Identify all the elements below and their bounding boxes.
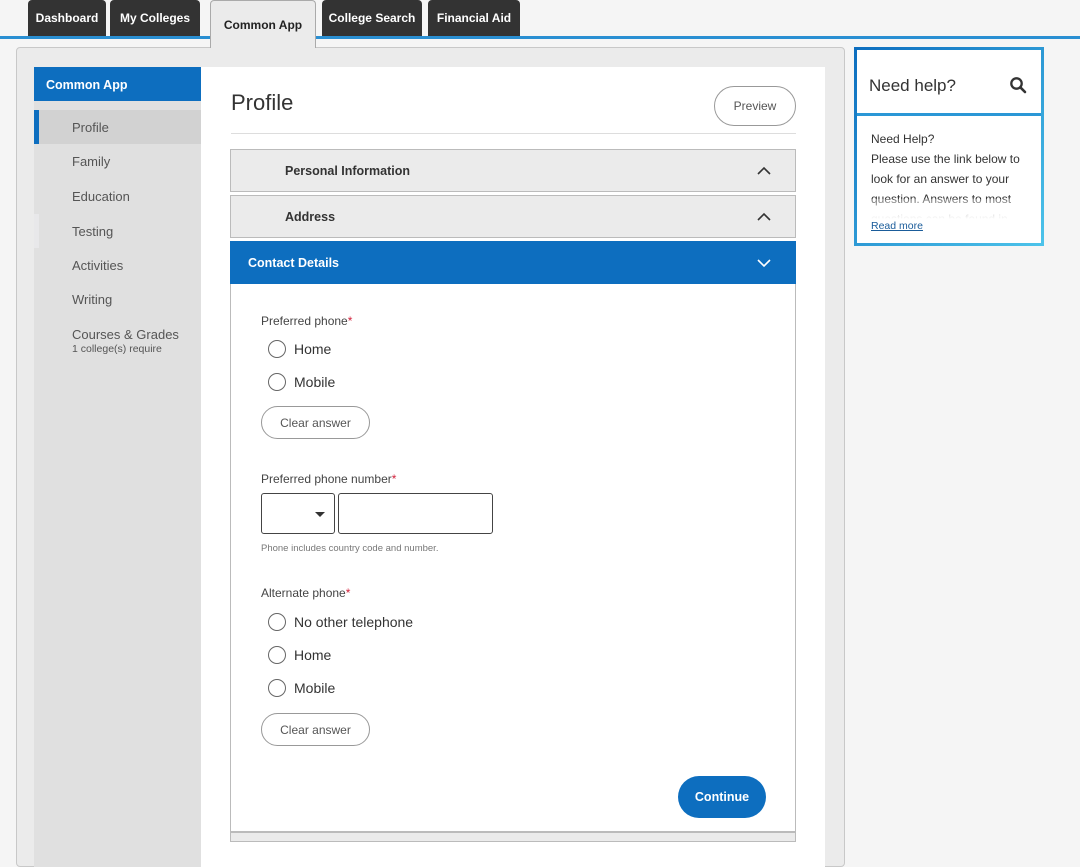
- section-label: Address: [285, 209, 336, 224]
- sidebar-item-label: Testing: [72, 223, 114, 239]
- required-mark: *: [391, 472, 397, 486]
- sidebar-item-label: Education: [72, 188, 130, 204]
- title-divider: [231, 133, 796, 134]
- sidebar-item-sublabel: 1 college(s) require: [72, 343, 162, 355]
- sidebar-item-label: Family: [72, 153, 111, 169]
- section-personal-information[interactable]: Personal Information: [230, 149, 796, 192]
- section-contact-details[interactable]: Contact Details: [230, 241, 796, 284]
- next-section: [230, 832, 796, 842]
- help-title: Need help?: [869, 76, 956, 95]
- page-title: Profile: [231, 90, 294, 115]
- sidebar-item-testing[interactable]: Testing: [34, 214, 201, 248]
- sidebar-item-family[interactable]: Family: [34, 144, 201, 178]
- radio-circle[interactable]: [268, 679, 286, 697]
- radio-circle[interactable]: [268, 646, 286, 664]
- read-more-link[interactable]: Read more: [871, 220, 923, 232]
- section-label: Contact Details: [248, 255, 339, 270]
- help-panel: Need help? Need Help? Please use the lin…: [854, 47, 1044, 246]
- radio-circle[interactable]: [268, 373, 286, 391]
- tab-common-app[interactable]: Common App: [210, 0, 316, 48]
- tab-underline: [0, 36, 1080, 39]
- required-mark: *: [345, 586, 351, 600]
- sidebar-item-label: Activities: [72, 257, 124, 273]
- radio-label: No other telephone: [294, 614, 414, 630]
- country-code-select[interactable]: [261, 493, 335, 534]
- preferred-phone-home-radio[interactable]: Home: [268, 340, 331, 358]
- sidebar-item-writing[interactable]: Writing: [34, 282, 201, 316]
- radio-label: Home: [294, 341, 332, 357]
- preferred-phone-label: Preferred phone*: [261, 314, 353, 328]
- help-body-title: Need Help?: [871, 132, 935, 146]
- radio-label: Home: [294, 647, 332, 663]
- tab-my-colleges[interactable]: My Colleges: [110, 0, 200, 36]
- help-body: Need Help? Please use the link below to …: [871, 129, 1037, 219]
- preferred-phone-clear-button[interactable]: Clear answer: [261, 406, 370, 439]
- alternate-phone-label: Alternate phone*: [261, 586, 351, 600]
- chevron-up-icon: [757, 166, 771, 175]
- sidebar-item-label: Writing: [72, 291, 113, 307]
- section-label: Personal Information: [285, 163, 411, 178]
- alternate-phone-clear-button[interactable]: Clear answer: [261, 713, 370, 746]
- radio-label: Mobile: [294, 680, 336, 696]
- tab-dashboard[interactable]: Dashboard: [28, 0, 106, 36]
- required-mark: *: [347, 314, 353, 328]
- contact-details-panel: [230, 284, 796, 832]
- sidebar-item-education[interactable]: Education: [34, 179, 201, 213]
- sidebar-item-label: Courses & Grades: [72, 327, 179, 342]
- sidebar-item-courses-grades[interactable]: Courses & Grades 1 college(s) require: [34, 322, 201, 360]
- search-icon[interactable]: [1009, 76, 1027, 94]
- radio-circle[interactable]: [268, 613, 286, 631]
- alternate-phone-home-radio[interactable]: Home: [268, 646, 331, 664]
- top-nav: Dashboard My Colleges Common App College…: [0, 0, 1080, 48]
- sidebar-item-profile[interactable]: Profile: [34, 110, 215, 144]
- radio-label: Mobile: [294, 374, 336, 390]
- phone-number-input[interactable]: [338, 493, 493, 534]
- phone-hint: Phone includes country code and number.: [261, 543, 439, 554]
- text-fade: [871, 199, 1037, 219]
- radio-circle[interactable]: [268, 340, 286, 358]
- chevron-down-icon: [757, 259, 771, 268]
- preview-button[interactable]: Preview: [714, 86, 796, 126]
- sidebar-item-label: Profile: [72, 119, 109, 135]
- sidebar-item-activities[interactable]: Activities: [34, 248, 201, 282]
- alternate-phone-none-radio[interactable]: No other telephone: [268, 613, 413, 631]
- preferred-phone-number-label: Preferred phone number*: [261, 472, 397, 486]
- tab-financial-aid[interactable]: Financial Aid: [428, 0, 520, 36]
- alternate-phone-mobile-radio[interactable]: Mobile: [268, 679, 335, 697]
- sidebar-header: Common App: [34, 67, 201, 101]
- chevron-up-icon: [757, 212, 771, 221]
- preferred-phone-mobile-radio[interactable]: Mobile: [268, 373, 335, 391]
- continue-button[interactable]: Continue: [678, 776, 766, 818]
- help-header: Need help?: [857, 50, 1041, 116]
- section-address[interactable]: Address: [230, 195, 796, 238]
- caret-down-icon: [315, 512, 325, 517]
- tab-college-search[interactable]: College Search: [322, 0, 422, 36]
